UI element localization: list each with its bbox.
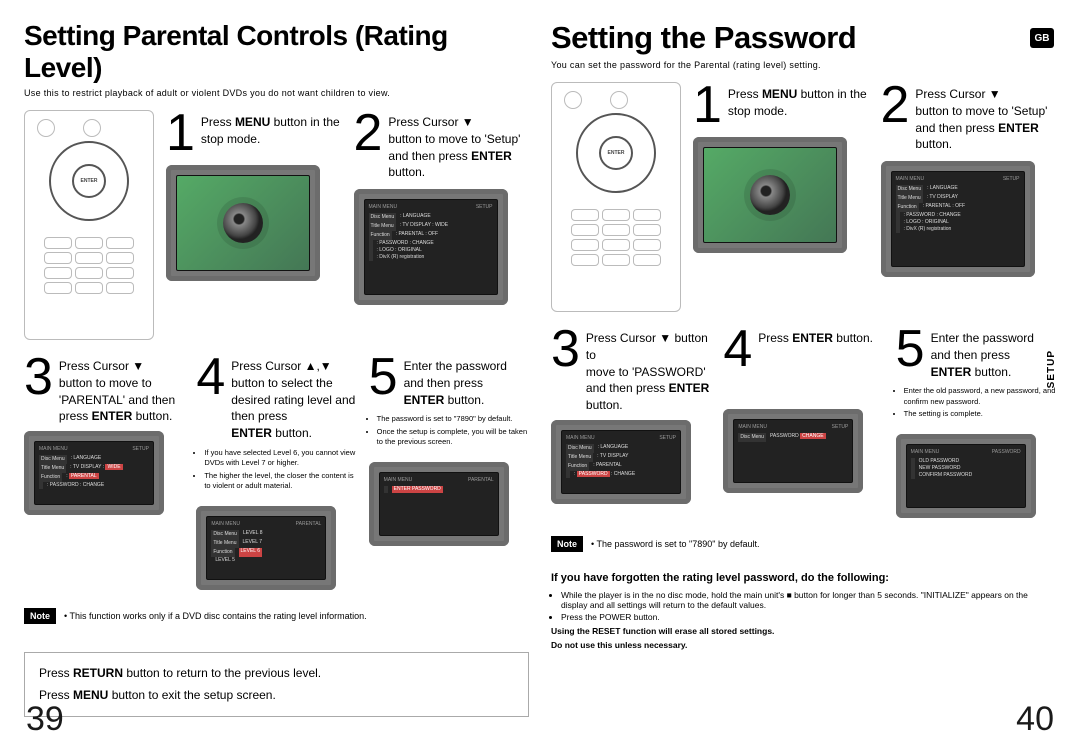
tv-preview-menu: MAIN MENUSETUP Disc MenuPASSWORD CHANGE xyxy=(723,409,863,493)
section-tab: SETUP xyxy=(1046,350,1060,388)
step-text: Enter the password and then pressENTER b… xyxy=(931,326,1056,380)
step-text: Press Cursor ▼button to move to 'PARENTA… xyxy=(59,354,184,425)
lang-badge: GB xyxy=(1030,28,1054,48)
step-number: 4 xyxy=(723,326,752,373)
note-tag: Note xyxy=(551,536,583,552)
step-number: 5 xyxy=(369,354,398,408)
tv-preview-menu: MAIN MENUSETUP Disc Menu: LANGUAGE Title… xyxy=(881,161,1035,277)
page-left: Setting Parental Controls (Rating Level)… xyxy=(24,20,529,743)
step-number: 1 xyxy=(166,110,195,157)
step-text: Press ENTER button. xyxy=(758,326,873,373)
step-number: 3 xyxy=(551,326,580,414)
note-bar: Note • This function works only if a DVD… xyxy=(24,608,529,624)
tv-preview-menu: MAIN MENUSETUP Disc Menu: LANGUAGE Title… xyxy=(24,431,164,515)
step-text: Press Cursor ▼button to move to 'Setup' … xyxy=(388,110,529,181)
step-text: Press Cursor ▼button to move to 'Setup' … xyxy=(915,82,1056,153)
step-notes: The password is set to "7890" by default… xyxy=(369,414,529,450)
step-number: 3 xyxy=(24,354,53,425)
step-text: Press Cursor ▼ button tomove to 'PASSWOR… xyxy=(586,326,711,414)
heading-password: Setting the Password xyxy=(551,20,1056,56)
forgot-section: If you have forgotten the rating level p… xyxy=(551,572,1056,650)
step-text: Enter the password and then pressENTER b… xyxy=(404,354,529,408)
subtitle-password: You can set the password for the Parenta… xyxy=(551,60,1056,70)
step-text: Press Cursor ▲,▼ button to select the de… xyxy=(231,354,356,442)
step-number: 1 xyxy=(693,82,722,129)
step-text: Press MENU button in the stop mode. xyxy=(201,110,342,157)
step-notes: If you have selected Level 6, you cannot… xyxy=(196,448,356,494)
page-number-left: 39 xyxy=(26,700,64,739)
step-number: 2 xyxy=(354,110,383,181)
tv-preview-menu: MAIN MENUSETUP Disc Menu: LANGUAGE Title… xyxy=(354,189,508,305)
tv-preview-menu: MAIN MENUPASSWORD OLD PASSWORD NEW PASSW… xyxy=(896,434,1036,518)
tv-preview-menu: MAIN MENUPARENTAL Disc MenuLEVEL 8 Title… xyxy=(196,506,336,590)
tv-preview-menu: MAIN MENUPARENTAL ENTER PASSWORD xyxy=(369,462,509,546)
remote-illustration xyxy=(551,82,681,312)
heading-parental: Setting Parental Controls (Rating Level) xyxy=(24,20,529,84)
step-number: 2 xyxy=(881,82,910,153)
subtitle-parental: Use this to restrict playback of adult o… xyxy=(24,88,529,98)
page-number-right: 40 xyxy=(1016,700,1054,739)
step-number: 5 xyxy=(896,326,925,380)
tv-preview-image xyxy=(693,137,847,253)
remote-illustration xyxy=(24,110,154,340)
step-notes: Enter the old password, a new password, … xyxy=(896,386,1056,422)
step-number: 4 xyxy=(196,354,225,442)
tv-preview-image xyxy=(166,165,320,281)
page-right: Setting the Password You can set the pas… xyxy=(551,20,1056,743)
note-tag: Note xyxy=(24,608,56,624)
note-bar: Note • The password is set to "7890" by … xyxy=(551,536,1056,552)
step-text: Press MENU button in the stop mode. xyxy=(728,82,869,129)
tv-preview-menu: MAIN MENUSETUP Disc Menu: LANGUAGE Title… xyxy=(551,420,691,504)
footer-help: Press RETURN button to return to the pre… xyxy=(24,652,529,717)
